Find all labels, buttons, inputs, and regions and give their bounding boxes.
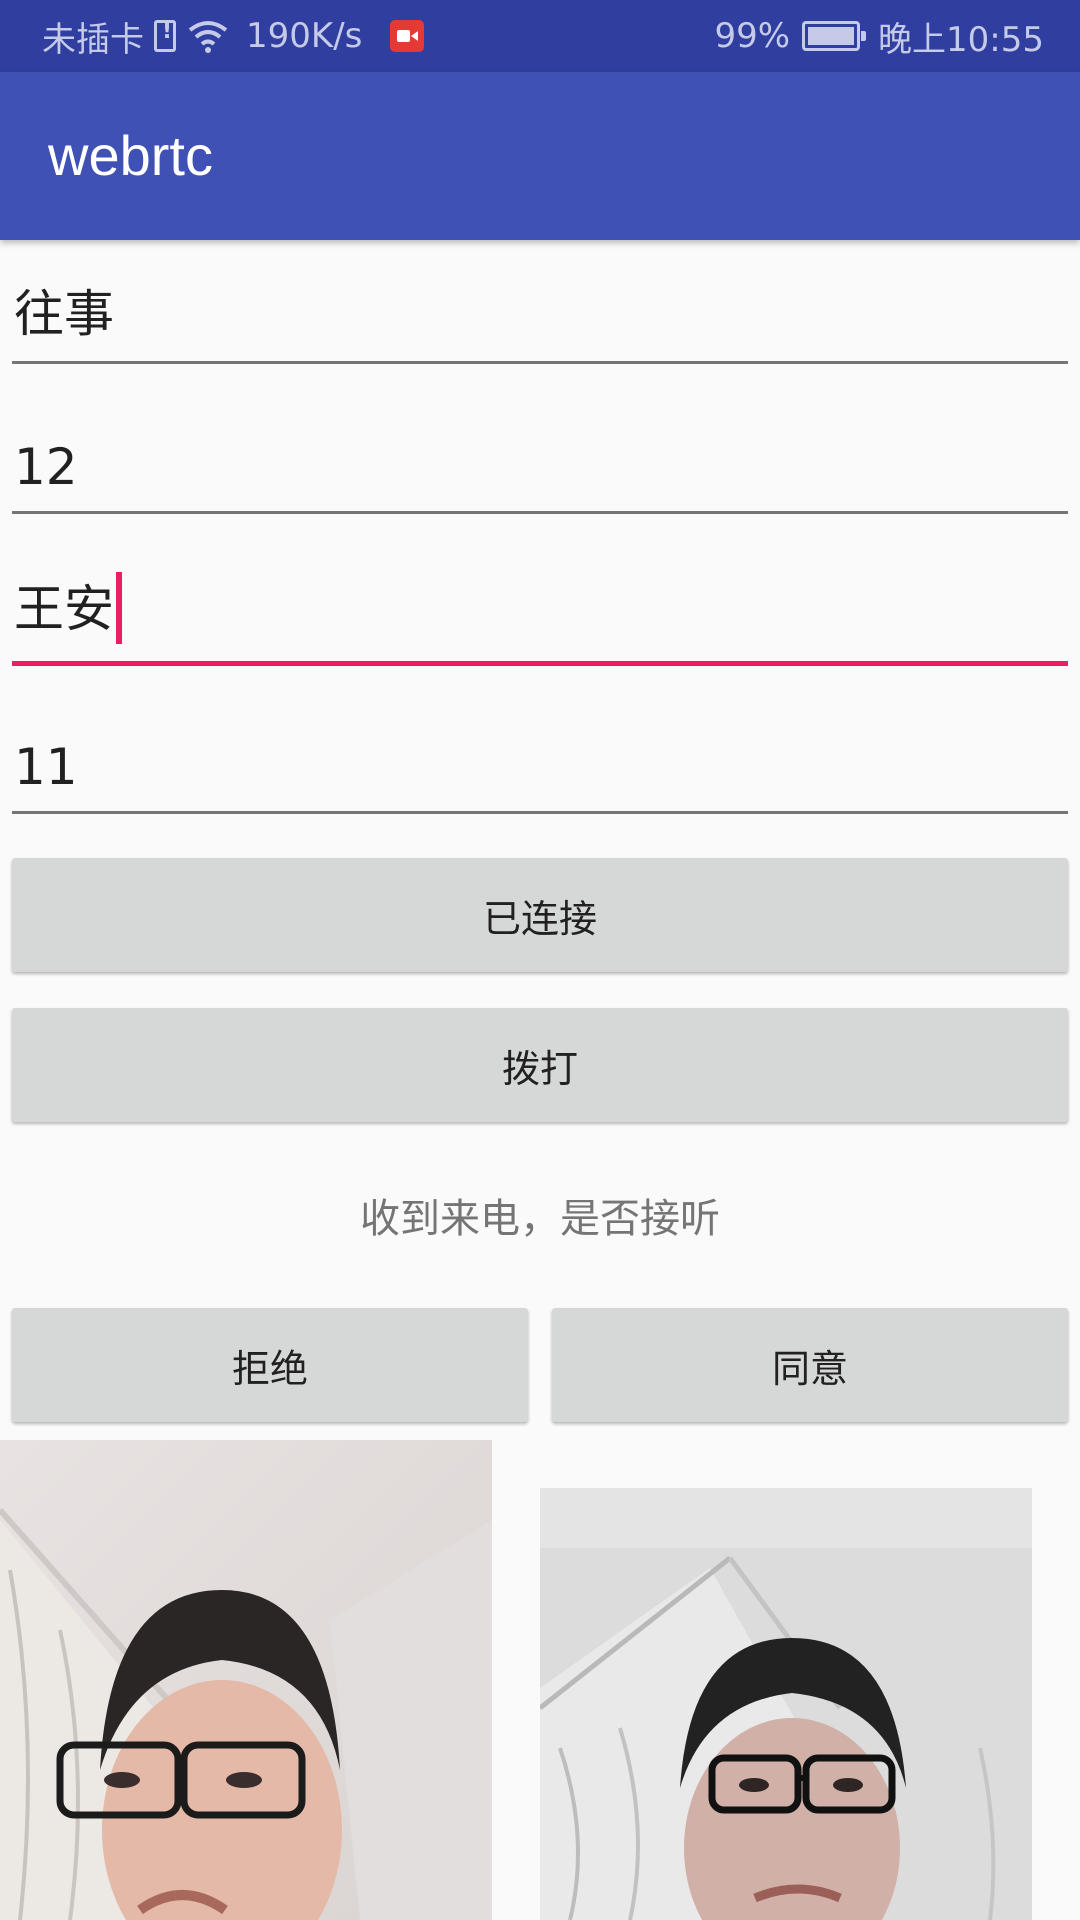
carrier-text: 未插卡: [42, 19, 144, 60]
connect-button[interactable]: 已连接: [12, 858, 1068, 972]
id-field-2[interactable]: 11: [12, 704, 1068, 814]
status-bar: 未插卡 190K/s 99% 晚上10:55: [0, 0, 1080, 72]
dial-button[interactable]: 拨打: [12, 1008, 1068, 1122]
id-field-1-value: 12: [14, 438, 78, 496]
name-field-2[interactable]: 王安: [12, 556, 1068, 666]
status-right: 99% 晚上10:55: [714, 0, 1044, 72]
name-field-1[interactable]: 往事: [12, 254, 1068, 364]
field-underline: [12, 361, 1068, 364]
network-speed: 190K/s: [246, 16, 363, 56]
battery-charging-icon: [802, 21, 867, 51]
name-field-2-value: 王安: [14, 579, 114, 638]
status-left: 未插卡 190K/s: [42, 0, 425, 72]
battery-percent: 99%: [714, 16, 791, 56]
field-underline: [12, 511, 1068, 514]
incoming-call-prompt: 收到来电，是否接听: [360, 1196, 720, 1242]
app-title: webrtc: [48, 124, 213, 187]
app-bar: webrtc: [0, 72, 1080, 240]
accept-button[interactable]: 同意: [552, 1308, 1068, 1422]
screen-record-icon: [390, 20, 425, 52]
reject-button[interactable]: 拒绝: [12, 1308, 528, 1422]
remote-video-view: [540, 1488, 1032, 1920]
field-underline: [12, 811, 1068, 814]
id-field-1[interactable]: 12: [12, 404, 1068, 514]
name-field-1-value: 往事: [14, 285, 114, 343]
local-video-frame: [0, 1440, 492, 1920]
id-field-2-value: 11: [14, 738, 78, 796]
field-underline-focused: [12, 661, 1068, 666]
text-cursor: [116, 572, 122, 644]
wifi-icon: [188, 21, 228, 53]
clock: 晚上10:55: [878, 19, 1044, 60]
local-video-view: [0, 1440, 492, 1920]
sim-alert-icon: [154, 19, 176, 52]
name-field-2-wrapper: 王安: [14, 569, 122, 649]
remote-video-frame: [540, 1488, 1032, 1920]
